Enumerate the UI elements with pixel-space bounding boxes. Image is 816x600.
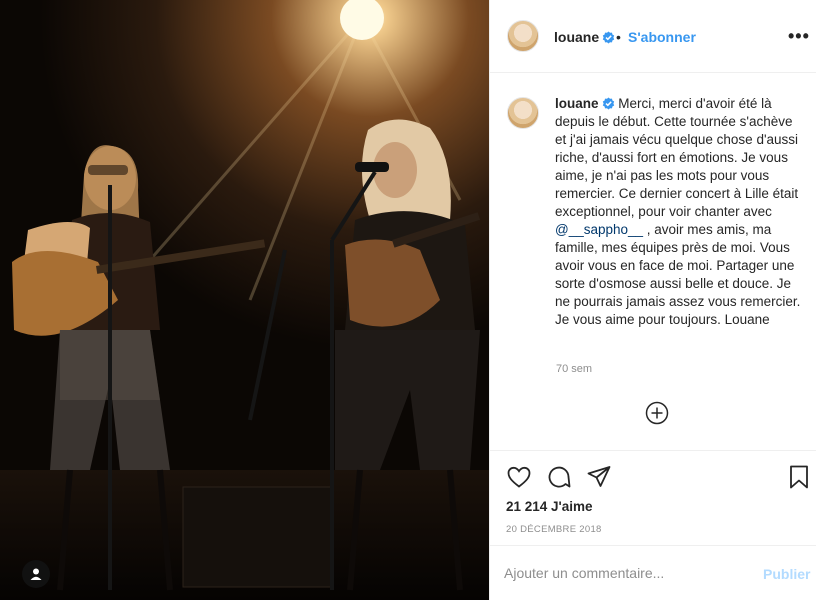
post-date[interactable]: 20 DÉCEMBRE 2018 [506, 524, 602, 535]
post-side-panel: louane • S'abonner ••• louane Merci, mer… [489, 0, 816, 600]
caption-username-text[interactable]: louane [555, 96, 599, 111]
author-username-link[interactable]: louane [554, 29, 615, 45]
comments-area: louane Merci, merci d'avoir été là depui… [490, 73, 816, 450]
caption-mention-link[interactable]: @__sappho__ [555, 222, 643, 237]
save-bookmark-icon[interactable] [786, 464, 812, 490]
caption-text-start: Merci, merci d'avoir été là depuis le dé… [555, 96, 799, 219]
like-count[interactable]: 21 214 J'aime [506, 499, 593, 514]
follow-button[interactable]: S'abonner [628, 29, 696, 45]
user-tag-icon[interactable] [22, 560, 50, 588]
caption-time-ago[interactable]: 70 sem [556, 363, 592, 375]
post-caption: louane Merci, merci d'avoir été là depui… [555, 95, 807, 329]
post-actions: 21 214 J'aime 20 DÉCEMBRE 2018 [490, 450, 816, 545]
post-header: louane • S'abonner ••• [490, 0, 816, 73]
verified-badge-icon [602, 31, 615, 44]
post-photo[interactable] [0, 0, 489, 600]
verified-badge-icon [602, 97, 614, 110]
add-comment-bar: Publier [490, 545, 816, 600]
author-username[interactable]: louane [554, 29, 599, 45]
header-separator: • [616, 29, 621, 45]
more-icon[interactable]: ••• [788, 26, 810, 47]
share-icon[interactable] [586, 464, 612, 490]
caption-author-avatar[interactable] [507, 97, 539, 129]
caption-text-end: , avoir mes amis, ma famille, mes équipe… [555, 222, 801, 327]
comment-input[interactable] [504, 560, 749, 586]
concert-photo-image [0, 0, 489, 600]
caption-username[interactable]: louane [555, 96, 615, 111]
load-more-comments-icon[interactable] [645, 401, 669, 425]
comment-icon[interactable] [546, 464, 572, 490]
heart-icon[interactable] [506, 464, 532, 490]
publish-button[interactable]: Publier [763, 566, 810, 582]
author-avatar[interactable] [507, 20, 539, 52]
